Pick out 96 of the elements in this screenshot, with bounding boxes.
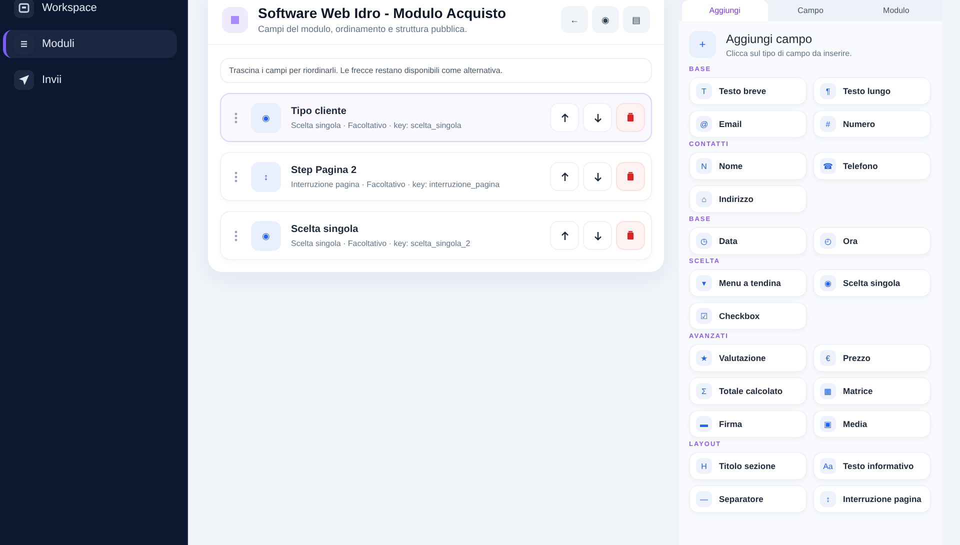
sidebar-item[interactable]: Invii [3,66,177,94]
field-type-button[interactable]: ▬ Firma [689,410,807,438]
field-row[interactable]: ◉ Tipo cliente Scelta singola · Facoltativo · key: scelta_singola [220,93,652,142]
field-type-button[interactable]: N Nome [689,152,807,180]
briefcase-icon [18,2,30,14]
field-type-button[interactable]: ↕ Interruzione pagina [813,485,931,513]
field-meta: Scelta singola · Facoltativo · key: scelta_singola [291,120,462,130]
panel-tab[interactable]: Campo [768,0,854,21]
field-type-icon: ▦ [820,383,836,399]
page-title: Software Web Idro - Modulo Acquisto [258,5,508,21]
field-row[interactable]: ↕ Step Pagina 2 Interruzione pagina · Facoltativo · key: interruzione_pagina [220,152,652,201]
field-type-icon: ↕ [820,491,836,507]
field-type-button[interactable]: ★ Valutazione [689,344,807,372]
drag-handle-icon[interactable] [234,170,238,182]
move-up-button[interactable] [550,103,579,132]
move-down-button[interactable] [583,221,612,250]
move-down-button[interactable] [583,162,612,191]
field-type-icon: ▬ [696,416,712,432]
arrow-down-icon [594,112,602,122]
field-type-button[interactable]: ▾ Menu a tendina [689,269,807,297]
field-type-icon: T [696,83,712,99]
grid-icon [222,6,248,32]
delete-button[interactable] [616,103,645,132]
field-type-button[interactable]: T Testo breve [689,77,807,105]
panel-title: Aggiungi campo [726,32,814,46]
field-meta: Scelta singola · Facoltativo · key: scelta_singola_2 [291,238,472,248]
field-type-button[interactable]: ◉ Scelta singola [813,269,931,297]
field-type-icon: Aa [820,458,836,474]
field-type-icon: ☎ [820,158,836,174]
field-type-button[interactable]: — Separatore [689,485,807,513]
field-type-icon: @ [696,116,712,132]
field-type-icon: N [696,158,712,174]
field-type-button[interactable]: H Titolo sezione [689,452,807,480]
field-type-icon: ▾ [696,275,712,291]
field-name: Tipo cliente [291,106,348,116]
field-type-button[interactable]: Σ Totale calcolato [689,377,807,405]
arrow-down-icon [594,172,602,182]
field-type-button[interactable]: # Numero [813,110,931,138]
field-type-button[interactable]: € Prezzo [813,344,931,372]
field-row[interactable]: ◉ Scelta singola Scelta singola · Facoltativo · key: scelta_singola_2 [220,211,652,260]
field-type-button[interactable]: ▦ Matrice [813,377,931,405]
field-type-icon: — [696,491,712,507]
field-name: Step Pagina 2 [291,164,358,176]
field-type-button[interactable]: Aa Testo informativo [813,452,931,480]
header-button[interactable]: ◉ [592,6,619,33]
header-button[interactable]: ← [561,6,588,33]
page-subtitle: Campi del modulo, ordinamento e struttura pubblica. [258,24,468,34]
field-type-button[interactable]: ⌂ Indirizzo [689,185,807,213]
plus-icon: + [689,31,716,58]
panel-tab[interactable]: Aggiungi [682,0,768,21]
field-type-icon: ◷ [696,233,712,249]
drag-handle-icon[interactable] [234,112,238,124]
panel-subtitle: Clicca sul tipo di campo da inserire. [726,48,852,58]
field-name: Scelta singola [291,224,360,234]
field-type-button[interactable]: ▣ Media [813,410,931,438]
trash-icon [627,113,634,122]
field-type-icon: ◴ [820,233,836,249]
field-type-icon: ▣ [820,416,836,432]
field-type-icon: ¶ [820,83,836,99]
field-type-icon: # [820,116,836,132]
sidebar-item[interactable]: Workspace [3,0,177,22]
field-type-button[interactable]: ◴ Ora [813,227,931,255]
field-type-button[interactable]: ¶ Testo lungo [813,77,931,105]
field-type-icon: ◉ [251,220,281,250]
field-type-icon: ◉ [251,102,281,132]
delete-button[interactable] [616,162,645,191]
field-type-button[interactable]: ◷ Data [689,227,807,255]
field-type-icon: H [696,458,712,474]
arrow-down-icon [594,230,602,240]
menu-icon [19,39,29,49]
field-meta: Interruzione pagina · Facoltativo · key: interruzione_pagina [291,180,501,188]
field-type-button[interactable]: @ Email [689,110,807,138]
field-type-icon: Σ [696,383,712,399]
trash-icon [627,172,634,181]
field-type-button[interactable]: ☎ Telefono [813,152,931,180]
field-type-button[interactable]: ☑ Checkbox [689,302,807,330]
panel-tab[interactable]: Modulo [853,0,940,21]
field-type-icon: € [820,350,836,366]
delete-button[interactable] [616,221,645,250]
arrow-up-icon [560,230,568,240]
drag-handle-icon[interactable] [234,230,238,242]
arrow-up-icon [560,112,568,122]
field-type-icon: ↕ [251,162,281,192]
field-type-icon: ⌂ [696,191,712,207]
field-type-icon: ◉ [820,275,836,291]
move-up-button[interactable] [550,162,579,191]
move-up-button[interactable] [550,221,579,250]
field-type-icon: ★ [696,350,712,366]
sidebar-item[interactable]: Moduli [3,30,177,58]
arrow-up-icon [560,172,568,182]
send-icon [18,74,30,86]
move-down-button[interactable] [583,103,612,132]
hint-text: Trascina i campi per riordinarli. Le frecce restano disponibili come alternativa. [220,58,652,83]
field-type-icon: ☑ [696,308,712,324]
header-button[interactable]: ▤ [623,6,650,33]
trash-icon [627,231,634,240]
